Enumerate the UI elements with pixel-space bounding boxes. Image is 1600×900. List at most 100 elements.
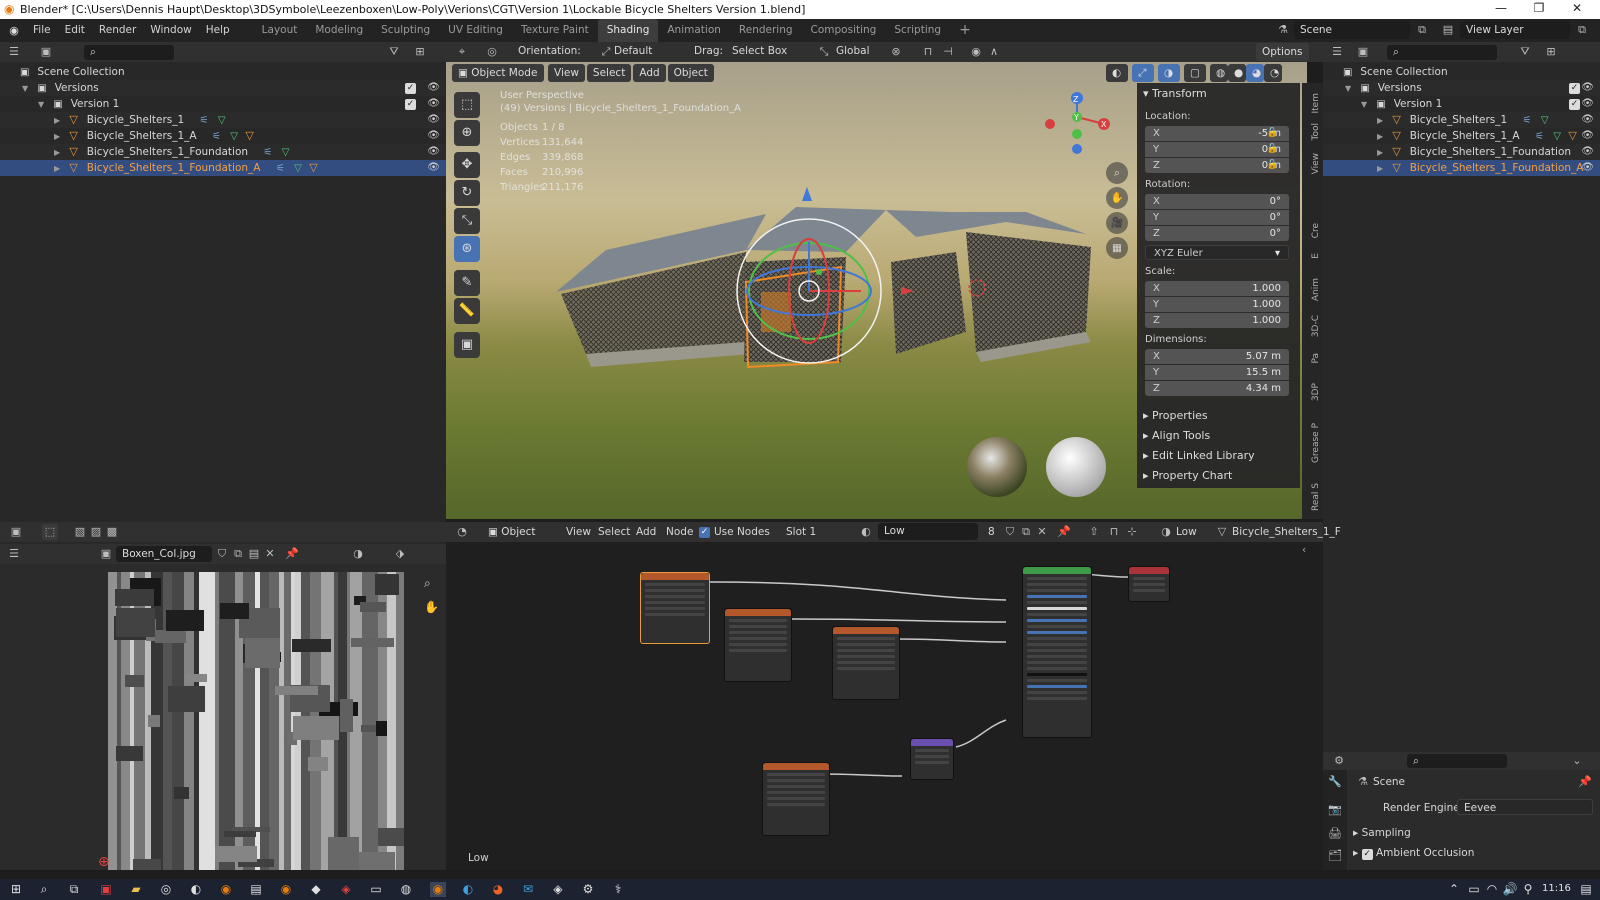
app-icon[interactable]: ◐	[188, 882, 204, 897]
outliner-row-versions[interactable]: ▼ ▣ Versions ✓ 👁	[0, 80, 446, 96]
shader-type-dropdown[interactable]: ▣ Object	[482, 523, 552, 541]
image-texture-node[interactable]	[762, 762, 830, 836]
app-icon[interactable]: ◈	[338, 882, 354, 897]
scene-collection-row[interactable]: ▣ Scene Collection	[1323, 64, 1600, 80]
blender-active-taskbar-icon[interactable]: ◉	[430, 882, 446, 897]
side-tab-e[interactable]: E	[1311, 253, 1321, 259]
transform-pivot-icon[interactable]: ◎	[484, 44, 500, 60]
expand-icon[interactable]: ▶	[54, 161, 66, 177]
outliner-row-foundation-a[interactable]: ▶ ▽ Bicycle_Shelters_1_Foundation_A 👁	[1323, 160, 1600, 176]
app-icon[interactable]: ▤	[248, 882, 264, 897]
outliner-row-bicycle-shelters-1[interactable]: ▶ ▽ Bicycle_Shelters_1 ⚟ ▽ 👁	[0, 112, 446, 128]
pivot-icon[interactable]: ⊗	[888, 44, 904, 60]
menu-edit[interactable]: Edit	[58, 19, 92, 42]
visibility-eye-icon[interactable]: 👁	[1581, 80, 1594, 96]
outliner-row-foundation[interactable]: ▶ ▽ Bicycle_Shelters_1_Foundation ⚟ ▽ 👁	[0, 144, 446, 160]
chevron-down-icon[interactable]: ⌄	[1569, 753, 1585, 769]
zoom-icon[interactable]: ⌕	[424, 576, 431, 591]
filter-icon[interactable]: ⛛	[1517, 44, 1533, 60]
collapse-icon[interactable]: ▼	[38, 97, 50, 113]
expand-icon[interactable]: ▶	[54, 113, 66, 129]
app-icon[interactable]: ◍	[398, 882, 414, 897]
output-tab-icon[interactable]: 🖨	[1327, 826, 1343, 842]
app-tray-icon[interactable]: ⚲	[1520, 882, 1536, 897]
app-icon[interactable]: ◆	[308, 882, 324, 897]
app-icon[interactable]: ▣	[98, 882, 114, 897]
app-icon[interactable]: ⚕	[610, 882, 626, 897]
quality-dropdown[interactable]: Low	[1176, 526, 1197, 538]
options-dropdown[interactable]: Options	[1256, 43, 1309, 61]
visibility-eye-icon[interactable]: 👁	[1581, 144, 1594, 160]
new-view-layer-icon[interactable]: ⧉	[1574, 22, 1590, 38]
side-tab-tool[interactable]: Tool	[1311, 123, 1321, 140]
lock-icon[interactable]: 🔓	[1267, 144, 1278, 154]
side-tab-3dp[interactable]: 3DP	[1311, 383, 1321, 401]
side-tab-pa[interactable]: Pa	[1311, 353, 1321, 364]
image-texture-node[interactable]	[640, 572, 710, 644]
exclude-checkbox[interactable]: ✓	[1569, 99, 1580, 110]
menu-select[interactable]: Select	[598, 526, 630, 538]
blender-menu-icon[interactable]: ◉	[6, 23, 22, 39]
pan-hand-icon[interactable]: ✋	[1106, 187, 1128, 209]
system-tray-chevron-icon[interactable]: ⌃	[1446, 882, 1462, 897]
zoom-icon[interactable]: ⌕	[1106, 162, 1128, 184]
lock-icon[interactable]: 🔓	[1267, 128, 1278, 138]
overlay-icon[interactable]: ◑	[350, 546, 366, 562]
right-outliner-search-input[interactable]: ⌕	[1387, 44, 1497, 60]
new-collection-icon[interactable]: ⊞	[1543, 44, 1559, 60]
unlink-material-icon[interactable]: ✕	[1034, 524, 1050, 540]
outliner-row-versions[interactable]: ▼ ▣ Versions ✓ 👁	[1323, 80, 1600, 96]
property-chart-section-header[interactable]: ▸ Property Chart	[1143, 469, 1232, 482]
image-texture-node[interactable]	[832, 626, 900, 700]
side-tab-item[interactable]: Item	[1311, 93, 1321, 114]
windows-start-icon[interactable]: ⊞	[8, 882, 24, 897]
lock-icon[interactable]: 🔓	[1267, 160, 1278, 170]
select-mode-icon[interactable]: ⬚	[42, 524, 58, 540]
side-tab-3dc[interactable]: 3D-C	[1311, 315, 1321, 337]
new-scene-icon[interactable]: ⧉	[1414, 22, 1430, 38]
visibility-eye-icon[interactable]: 👁	[427, 144, 440, 160]
exclude-checkbox[interactable]: ✓	[405, 83, 416, 94]
editor-type-icon[interactable]: ⌖	[454, 44, 470, 60]
network-icon[interactable]: ▭	[1466, 882, 1482, 897]
collapse-icon[interactable]: ▼	[1361, 97, 1373, 113]
view-layer-tab-icon[interactable]: 🗂	[1327, 848, 1343, 864]
editor-type-icon[interactable]: ☰	[6, 44, 22, 60]
hamburger-menu-icon[interactable]: ☰	[6, 546, 22, 562]
render-tab-icon[interactable]: 📷	[1327, 802, 1343, 818]
menu-help[interactable]: Help	[199, 19, 237, 42]
image-editor-canvas[interactable]: ⌕ ✋ ⊕	[0, 564, 446, 870]
selection-mode-icon[interactable]: ▧	[72, 524, 88, 540]
scene-field[interactable]: Scene	[1294, 21, 1410, 39]
tab-modeling[interactable]: Modeling	[306, 19, 372, 42]
image-browse-icon[interactable]: ▣	[98, 546, 114, 562]
outliner-row-foundation[interactable]: ▶ ▽ Bicycle_Shelters_1_Foundation 👁	[1323, 144, 1600, 160]
menu-view[interactable]: View	[566, 526, 591, 538]
fake-user-icon[interactable]: ⛉	[214, 546, 230, 562]
expand-icon[interactable]: ▶	[1377, 113, 1389, 129]
ambient-occlusion-section-header[interactable]: ▸ ✓ Ambient Occlusion	[1353, 847, 1474, 860]
material-users-count[interactable]: 8	[988, 526, 995, 538]
volume-icon[interactable]: 🔊	[1502, 882, 1518, 897]
dimensions-x-field[interactable]: X 5.07 m	[1145, 349, 1289, 364]
side-tab-create[interactable]: Cre	[1311, 223, 1321, 238]
visibility-eye-icon[interactable]: 👁	[1581, 112, 1594, 128]
falloff-icon[interactable]: ∧	[986, 44, 1002, 60]
mail-icon[interactable]: ✉	[520, 882, 536, 897]
visibility-eye-icon[interactable]: 👁	[427, 128, 440, 144]
notifications-icon[interactable]: ▤	[1578, 882, 1594, 897]
snap-target-icon[interactable]: ⊹	[1124, 524, 1140, 540]
search-icon[interactable]: ⌕	[36, 882, 52, 897]
menu-file[interactable]: File	[26, 19, 58, 42]
editor-type-icon[interactable]: ▣	[8, 524, 24, 540]
properties-section-header[interactable]: ▸ Properties	[1143, 409, 1208, 422]
pan-hand-icon[interactable]: ✋	[424, 600, 439, 614]
unlink-image-icon[interactable]: ✕	[262, 546, 278, 562]
display-channels-icon[interactable]: ⬗	[392, 546, 408, 562]
outliner-row-bicycle-shelters-1-a[interactable]: ▶ ▽ Bicycle_Shelters_1_A ⚟ ▽ ▽ 👁	[1323, 128, 1600, 144]
2d-cursor-icon[interactable]: ⊕	[98, 854, 110, 870]
pin-icon[interactable]: 📌	[1577, 774, 1593, 790]
minimize-button[interactable]: —	[1486, 1, 1516, 15]
nav-y-ball[interactable]	[1072, 129, 1082, 139]
view-layer-field[interactable]: View Layer	[1460, 21, 1570, 39]
